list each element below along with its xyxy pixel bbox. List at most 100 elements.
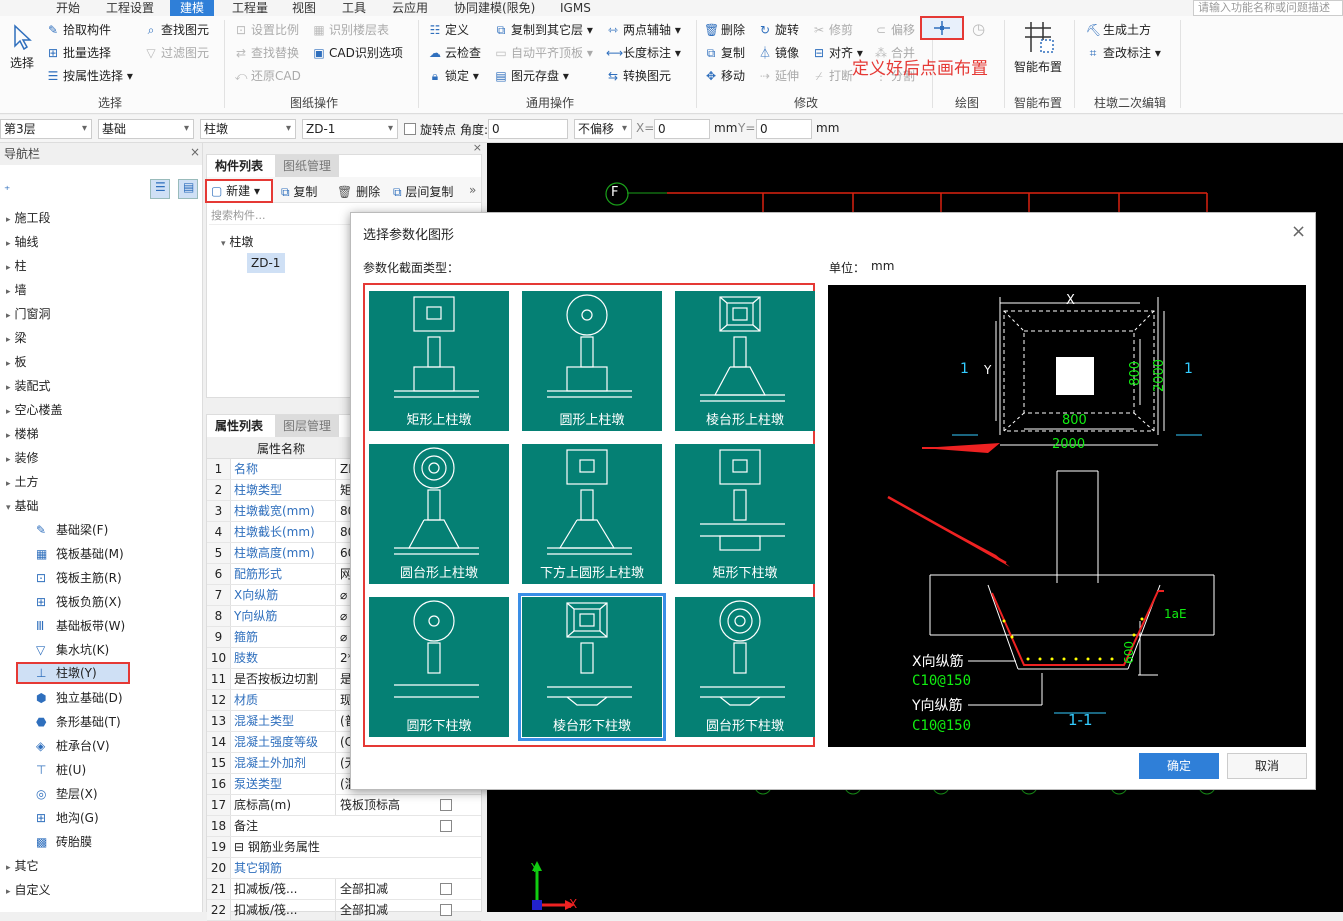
tab-layer-manage[interactable]: 图层管理 (275, 415, 340, 437)
tab-component-list[interactable]: 构件列表 (207, 155, 272, 177)
nav-item[interactable]: ▸ 梁 (6, 329, 27, 346)
property-value[interactable]: 全部扣减 (335, 900, 425, 920)
x-input[interactable]: 0 (654, 119, 710, 139)
check-mark-button[interactable]: ⌗ 查改标注 ▾ (1086, 43, 1161, 63)
lock-button[interactable]: 🔒︎ 锁定 ▾ (428, 66, 479, 86)
shape-tile[interactable]: 矩形下柱墩 (675, 444, 815, 584)
property-checkbox[interactable] (440, 904, 452, 916)
nav-subitem[interactable]: ⊡ 筏板主筋(R) (36, 569, 122, 586)
nav-subitem[interactable]: Ⅲ 基础板带(W) (36, 617, 125, 634)
menu-project-settings[interactable]: 工程设置 (106, 0, 154, 16)
auto-flat-button[interactable]: ▭ 自动平齐顶板 ▾ (494, 43, 593, 63)
tree-root[interactable]: ▾ 柱墩 (221, 233, 253, 250)
two-point-axis-button[interactable]: ⇿ 两点辅轴 ▾ (606, 20, 681, 40)
copy-to-floor-button[interactable]: ⧉ 复制到其它层 ▾ (494, 20, 593, 40)
nav-subitem[interactable]: ⊥ 柱墩(Y) (16, 662, 130, 684)
shape-tile[interactable]: 圆形上柱墩 (522, 291, 662, 431)
property-value[interactable]: 筏板顶标高 (335, 795, 425, 815)
pick-member-button[interactable]: ✎ 拾取构件 (46, 20, 111, 40)
tab-drawing-manage[interactable]: 图纸管理 (275, 155, 340, 177)
shape-tile[interactable]: 棱台形上柱墩 (675, 291, 815, 431)
extend-button[interactable]: ⇢ 延伸 (758, 66, 799, 86)
define-button[interactable]: ☷ 定义 (428, 20, 469, 40)
shape-tile[interactable]: 圆台形上柱墩 (369, 444, 509, 584)
menu-quantity[interactable]: 工程量 (232, 0, 268, 16)
nav-item[interactable]: ▸ 装修 (6, 449, 39, 466)
nav-item[interactable]: ▾ 基础 (6, 497, 39, 514)
property-value[interactable]: 全部扣减 (335, 879, 425, 899)
type-select[interactable]: 柱墩 (200, 119, 296, 139)
save-element-button[interactable]: ▤ 图元存盘 ▾ (494, 66, 569, 86)
find-replace-button[interactable]: ⇄ 查找替换 (234, 43, 299, 63)
property-row[interactable]: 17 底标高(m) 筏板顶标高 (207, 795, 481, 816)
nav-subitem[interactable]: ▽ 集水坑(K) (36, 641, 109, 658)
list-view-icon[interactable]: ☰ (150, 179, 170, 199)
menu-tools[interactable]: 工具 (342, 0, 366, 16)
nav-item[interactable]: ▸ 空心楼盖 (6, 401, 63, 418)
cancel-button[interactable]: 取消 (1227, 753, 1307, 779)
nav-item[interactable]: ▸ 楼梯 (6, 425, 39, 442)
property-checkbox[interactable] (440, 820, 452, 832)
property-row[interactable]: 19 ⊟ 钢筋业务属性 (207, 837, 481, 858)
nav-subitem[interactable]: ✎ 基础梁(F) (36, 521, 108, 538)
function-search-input[interactable]: 请输入功能名称或问题描述 (1193, 0, 1343, 16)
move-button[interactable]: ✥ 移动 (704, 66, 745, 86)
menu-view[interactable]: 视图 (292, 0, 316, 16)
menu-modeling[interactable]: 建模 (170, 0, 215, 16)
find-element-button[interactable]: ⌕ 查找图元 (144, 20, 209, 40)
more-icon[interactable]: » (469, 183, 476, 197)
offset-button[interactable]: ⊂ 偏移 (874, 20, 915, 40)
mirror-button[interactable]: ⏃ 镜像 (758, 43, 799, 63)
property-checkbox[interactable] (440, 883, 452, 895)
nav-subitem[interactable]: ▦ 筏板基础(M) (36, 545, 124, 562)
nav-item[interactable]: ▸ 施工段 (6, 209, 51, 226)
select-button[interactable]: 选择 (6, 24, 38, 72)
cloud-check-button[interactable]: ☁ 云检查 (428, 43, 481, 63)
menu-igms[interactable]: IGMS (560, 0, 591, 16)
nav-subitem[interactable]: ◎ 垫层(X) (36, 785, 98, 802)
nav-subitem[interactable]: ◈ 桩承台(V) (36, 737, 110, 754)
nav-subitem[interactable]: ⬣ 条形基础(T) (36, 713, 121, 730)
floor-select[interactable]: 第3层 (0, 119, 92, 139)
close-icon[interactable]: × (206, 142, 482, 154)
dialog-close-icon[interactable]: × (1291, 221, 1306, 242)
batch-select-button[interactable]: ⊞ 批量选择 (46, 43, 111, 63)
y-input[interactable]: 0 (756, 119, 812, 139)
recog-floor-button[interactable]: ▦ 识别楼层表 (312, 20, 389, 40)
rotate-button[interactable]: ↻ 旋转 (758, 20, 799, 40)
shape-tile[interactable]: 圆台形下柱墩 (675, 597, 815, 737)
nav-subitem[interactable]: ⬢ 独立基础(D) (36, 689, 123, 706)
nav-subitem[interactable]: ▩ 砖胎膜 (36, 833, 92, 850)
new-button[interactable]: ▢ 新建 ▾ (205, 179, 273, 203)
nav-item[interactable]: ▸ 板 (6, 353, 27, 370)
nav-subitem[interactable]: ⊞ 筏板负筋(X) (36, 593, 122, 610)
delete-button[interactable]: 🗑︎ 删除 (704, 20, 745, 40)
copy-button[interactable]: ⧉ 复制 (704, 43, 745, 63)
offset-select[interactable]: 不偏移 (574, 119, 632, 139)
nav-item[interactable]: ▸ 土方 (6, 473, 39, 490)
shape-tile[interactable]: 矩形上柱墩 (369, 291, 509, 431)
set-scale-button[interactable]: ⊡ 设置比例 (234, 20, 299, 40)
nav-item[interactable]: ▸ 其它 (6, 857, 39, 874)
nav-item[interactable]: ▸ 墙 (6, 281, 27, 298)
detail-view-icon[interactable]: ▤ (178, 179, 198, 199)
menu-collab[interactable]: 协同建模(限免) (454, 0, 535, 16)
attr-select-button[interactable]: ☰ 按属性选择 ▾ (46, 66, 133, 86)
property-row[interactable]: 22 扣减板/筏... 全部扣减 (207, 900, 481, 921)
convert-element-button[interactable]: ⇆ 转换图元 (606, 66, 671, 86)
member-select[interactable]: ZD-1 (302, 119, 398, 139)
nav-item[interactable]: ▸ 轴线 (6, 233, 39, 250)
nav-item[interactable]: ▸ 装配式 (6, 377, 51, 394)
nav-item[interactable]: ▸ 门窗洞 (6, 305, 51, 322)
close-icon[interactable]: × (190, 145, 200, 159)
gen-earth-button[interactable]: ⛏ 生成土方 (1086, 20, 1151, 40)
ok-button[interactable]: 确定 (1139, 753, 1219, 779)
tree-item-zd1[interactable]: ZD-1 (247, 253, 285, 273)
angle-input[interactable]: 0 (488, 119, 568, 139)
menu-start[interactable]: 开始 (56, 0, 80, 16)
shape-tile[interactable]: 圆形下柱墩 (369, 597, 509, 737)
nav-item[interactable]: ▸ 柱 (6, 257, 27, 274)
filter-element-button[interactable]: ▽ 过滤图元 (144, 43, 209, 63)
cad-recog-button[interactable]: ▣ CAD识别选项 (312, 43, 403, 63)
shape-tile[interactable]: 棱台形下柱墩 (518, 593, 666, 741)
